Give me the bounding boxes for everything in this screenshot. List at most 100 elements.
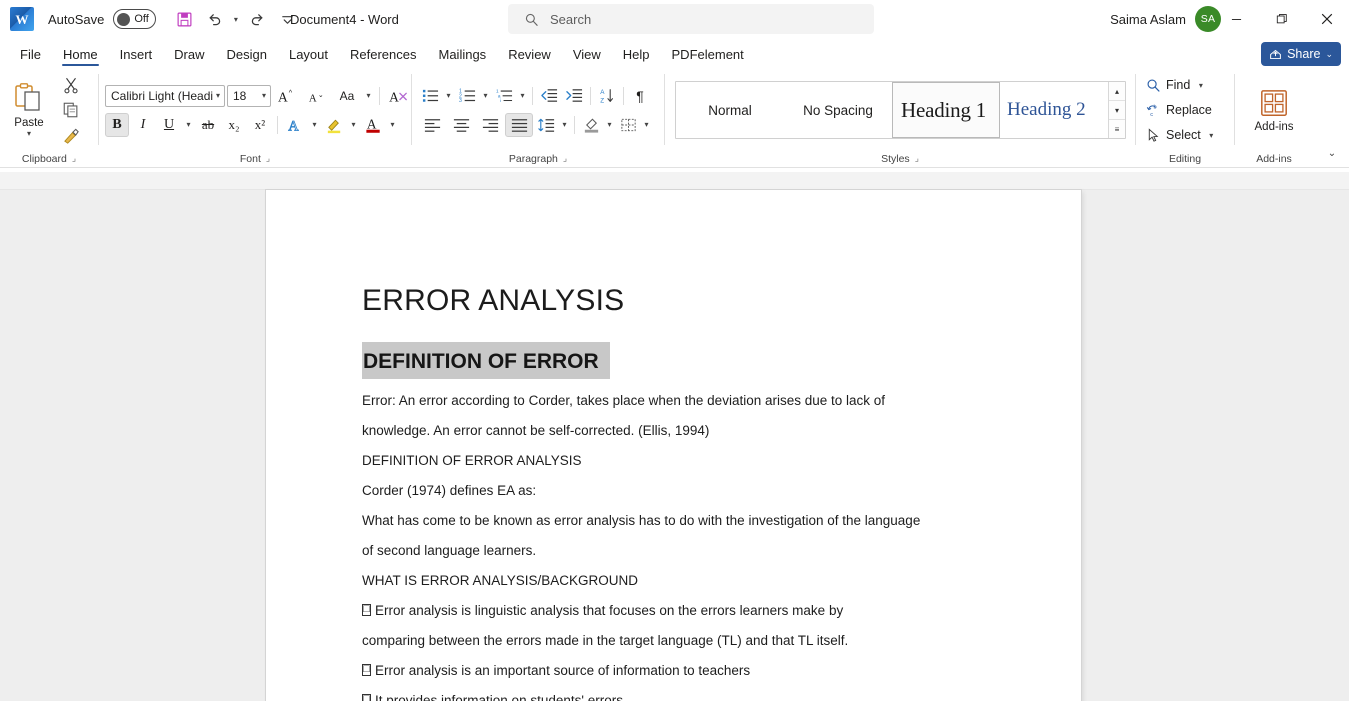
highlight-chevron-down-icon[interactable]: ▾ bbox=[348, 120, 359, 129]
tab-review[interactable]: Review bbox=[498, 45, 561, 68]
text-highlight-icon[interactable] bbox=[322, 113, 346, 137]
close-button[interactable] bbox=[1304, 0, 1349, 38]
shading-chevron-down-icon[interactable]: ▾ bbox=[604, 120, 615, 129]
justify-icon[interactable] bbox=[505, 112, 533, 137]
multilevel-list-icon[interactable]: 1 a i bbox=[492, 84, 516, 108]
paste-button[interactable]: Paste ▾ bbox=[0, 82, 58, 138]
account-area[interactable]: Saima Aslam SA bbox=[1110, 0, 1221, 38]
replace-button[interactable]: b c Replace bbox=[1142, 99, 1221, 122]
page-content[interactable]: ERROR ANALYSIS DEFINITION OF ERROR Error… bbox=[362, 286, 1021, 701]
strikethrough-button[interactable]: ab bbox=[196, 113, 220, 137]
save-icon[interactable] bbox=[170, 5, 198, 33]
tab-design[interactable]: Design bbox=[217, 45, 277, 68]
clear-formatting-icon[interactable]: A bbox=[385, 84, 413, 108]
numbering-chevron-down-icon[interactable]: ▾ bbox=[480, 91, 491, 100]
select-label: Select bbox=[1166, 128, 1201, 142]
change-case-chevron-down-icon[interactable]: ▾ bbox=[363, 91, 374, 100]
tab-help[interactable]: Help bbox=[613, 45, 660, 68]
clipboard-dialog-launcher-icon[interactable]: ⌟ bbox=[72, 153, 76, 164]
font-name-chevron-down-icon[interactable]: ▾ bbox=[216, 91, 220, 100]
style-item-heading-1[interactable]: Heading 1 bbox=[892, 82, 1000, 138]
share-button[interactable]: Share ⌄ bbox=[1261, 42, 1341, 66]
redo-icon[interactable] bbox=[243, 5, 271, 33]
superscript-button[interactable]: x² bbox=[248, 113, 272, 137]
styles-more-icon[interactable]: ≡ bbox=[1109, 120, 1125, 138]
document-bullet-2: □ Error analysis is an important source o… bbox=[362, 656, 1021, 686]
paragraph-dialog-launcher-icon[interactable]: ⌟ bbox=[563, 153, 567, 164]
text-effects-icon[interactable]: A bbox=[283, 113, 307, 137]
styles-scroll-up-icon[interactable]: ▴ bbox=[1109, 82, 1125, 101]
grow-font-icon[interactable]: A ^ bbox=[273, 84, 301, 108]
align-center-icon[interactable] bbox=[447, 113, 475, 137]
search-input[interactable]: Search bbox=[508, 4, 874, 34]
change-case-icon[interactable]: Aa bbox=[333, 84, 361, 108]
tab-file[interactable]: File bbox=[10, 45, 51, 68]
sort-icon[interactable]: A Z bbox=[595, 84, 619, 108]
font-color-chevron-down-icon[interactable]: ▾ bbox=[387, 120, 398, 129]
tab-home[interactable]: Home bbox=[53, 45, 108, 68]
copy-icon[interactable] bbox=[59, 98, 83, 122]
select-chevron-down-icon[interactable]: ▾ bbox=[1206, 131, 1217, 140]
increase-indent-icon[interactable] bbox=[562, 84, 586, 108]
select-button[interactable]: Select ▾ bbox=[1142, 124, 1221, 147]
para-divider-3 bbox=[623, 86, 624, 105]
font-size-chevron-down-icon[interactable]: ▾ bbox=[262, 91, 266, 100]
font-color-icon[interactable]: A bbox=[361, 113, 385, 137]
styles-scroll-down-icon[interactable]: ▾ bbox=[1109, 101, 1125, 120]
tab-view[interactable]: View bbox=[563, 45, 611, 68]
show-formatting-marks-icon[interactable]: ¶ bbox=[628, 84, 652, 108]
format-painter-icon[interactable] bbox=[59, 123, 83, 147]
borders-icon[interactable] bbox=[616, 113, 640, 137]
multilevel-chevron-down-icon[interactable]: ▾ bbox=[517, 91, 528, 100]
undo-dropdown-icon[interactable]: ▾ bbox=[230, 15, 241, 24]
bullets-icon[interactable] bbox=[418, 84, 442, 108]
addins-icon bbox=[1259, 88, 1289, 118]
style-item-no-spacing[interactable]: No Spacing bbox=[784, 82, 892, 138]
shading-icon[interactable] bbox=[579, 113, 603, 137]
underline-chevron-down-icon[interactable]: ▾ bbox=[183, 120, 194, 129]
ruler bbox=[0, 172, 1349, 190]
paste-chevron-down-icon[interactable]: ▾ bbox=[27, 130, 31, 138]
undo-icon[interactable] bbox=[200, 5, 228, 33]
find-button[interactable]: Find ▾ bbox=[1142, 74, 1221, 97]
italic-button[interactable]: I bbox=[131, 113, 155, 137]
ribbon-tab-bar: File Home Insert Draw Design Layout Refe… bbox=[0, 38, 1349, 68]
addins-button[interactable]: Add-ins bbox=[1235, 88, 1313, 133]
decrease-indent-icon[interactable] bbox=[537, 84, 561, 108]
cut-icon[interactable] bbox=[59, 73, 83, 97]
autosave-toggle[interactable]: Off bbox=[113, 9, 157, 29]
font-dialog-launcher-icon[interactable]: ⌟ bbox=[266, 153, 270, 164]
collapse-ribbon-icon[interactable]: ⌄ bbox=[1321, 143, 1343, 163]
maximize-button[interactable] bbox=[1259, 0, 1304, 38]
tab-layout[interactable]: Layout bbox=[279, 45, 338, 68]
borders-chevron-down-icon[interactable]: ▾ bbox=[641, 120, 652, 129]
text-effects-chevron-down-icon[interactable]: ▾ bbox=[309, 120, 320, 129]
numbering-icon[interactable]: 1 2 3 bbox=[455, 84, 479, 108]
tab-draw[interactable]: Draw bbox=[164, 45, 214, 68]
style-item-heading-2[interactable]: Heading 2 bbox=[1000, 82, 1108, 138]
underline-button[interactable]: U bbox=[157, 113, 181, 137]
align-left-icon[interactable] bbox=[418, 113, 446, 137]
shrink-font-icon[interactable]: A ⌄ bbox=[303, 84, 331, 108]
line-spacing-chevron-down-icon[interactable]: ▾ bbox=[559, 120, 570, 129]
font-size-combobox[interactable]: 18 ▾ bbox=[227, 84, 271, 107]
bold-button[interactable]: B bbox=[105, 112, 129, 137]
document-canvas[interactable]: ERROR ANALYSIS DEFINITION OF ERROR Error… bbox=[0, 172, 1349, 701]
share-chevron-down-icon[interactable]: ⌄ bbox=[1325, 49, 1333, 60]
bullets-chevron-down-icon[interactable]: ▾ bbox=[443, 91, 454, 100]
subscript-button[interactable]: x₂ bbox=[222, 113, 246, 137]
document-page[interactable]: ERROR ANALYSIS DEFINITION OF ERROR Error… bbox=[266, 190, 1081, 701]
line-spacing-icon[interactable] bbox=[534, 113, 558, 137]
find-chevron-down-icon[interactable]: ▾ bbox=[1195, 81, 1206, 90]
font-name-combobox[interactable]: Calibri Light (Headir ▾ bbox=[105, 84, 225, 107]
styles-dialog-launcher-icon[interactable]: ⌟ bbox=[915, 153, 919, 164]
tab-pdfelement[interactable]: PDFelement bbox=[662, 45, 754, 68]
tab-mailings[interactable]: Mailings bbox=[429, 45, 497, 68]
autosave-label: AutoSave bbox=[48, 11, 105, 27]
tab-insert[interactable]: Insert bbox=[110, 45, 163, 68]
style-item-normal[interactable]: Normal bbox=[676, 82, 784, 138]
word-application-window: W AutoSave Off ▾ Document4 - Word Search… bbox=[0, 0, 1349, 701]
align-right-icon[interactable] bbox=[476, 113, 504, 137]
minimize-button[interactable] bbox=[1214, 0, 1259, 38]
tab-references[interactable]: References bbox=[340, 45, 426, 68]
